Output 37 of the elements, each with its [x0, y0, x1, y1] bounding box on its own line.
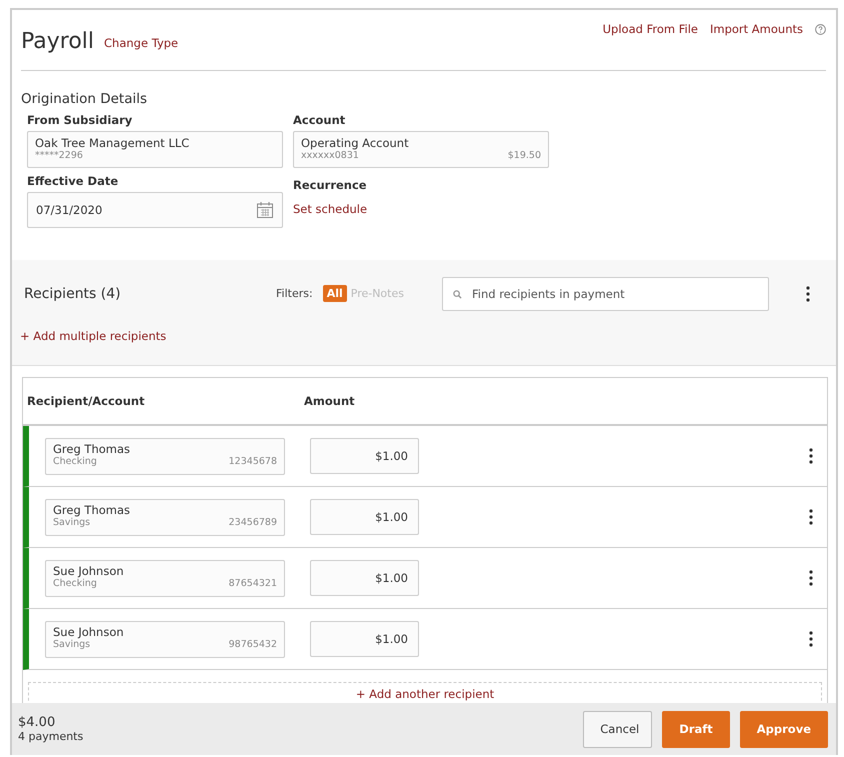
subsidiary-field[interactable]: Oak Tree Management LLC *****2296 — [27, 131, 283, 168]
search-field[interactable]: Find recipients in payment — [442, 276, 769, 310]
column-header: Recipient/Account — [26, 394, 146, 408]
amount-field[interactable]: $1.00 — [310, 499, 419, 535]
more-icon[interactable] — [809, 631, 813, 647]
more-icon[interactable] — [809, 509, 813, 525]
recipient-field[interactable]: Greg Thomas Savings 23456789 — [45, 498, 285, 536]
set-schedule-link[interactable]: Set schedule — [293, 202, 549, 216]
action-link[interactable]: Import Amounts — [710, 22, 803, 36]
filters-label: Filters: — [276, 287, 313, 300]
field-label: Account — [293, 113, 346, 127]
amount-field[interactable]: $1.00 — [310, 621, 419, 657]
column-header: Amount — [304, 394, 355, 408]
more-icon[interactable] — [809, 448, 813, 464]
page-title: Payroll — [21, 28, 94, 54]
recipient-field[interactable]: Sue Johnson Checking 87654321 — [45, 560, 285, 596]
action-button[interactable]: Cancel — [583, 710, 652, 748]
change-type-link[interactable]: Change Type — [104, 36, 178, 50]
date-field[interactable]: 07/31/2020 — [27, 192, 283, 228]
more-icon[interactable] — [809, 570, 813, 586]
account-field[interactable]: Operating Account xxxxxx0831 $19.50 — [293, 131, 549, 168]
recipient-field[interactable]: Sue Johnson Savings 98765432 — [45, 620, 285, 658]
action-link[interactable]: Upload From File — [602, 22, 698, 36]
field-label: Recurrence — [293, 178, 368, 192]
amount-field[interactable]: $1.00 — [310, 438, 419, 474]
amount-field[interactable]: $1.00 — [310, 560, 419, 596]
section-title: Recipients (4) — [24, 286, 122, 302]
add-multiple-link[interactable]: + Add multiple recipients — [20, 329, 826, 343]
more-icon[interactable] — [806, 286, 810, 302]
help-icon[interactable] — [815, 24, 826, 34]
section-title: Origination Details — [21, 91, 148, 107]
calendar-icon[interactable] — [256, 201, 274, 219]
total-amount: $4.00 — [18, 715, 56, 730]
payment-count: 4 payments — [18, 730, 84, 743]
recipient-field[interactable]: Greg Thomas Checking 12345678 — [45, 438, 285, 474]
field-label: Effective Date — [27, 174, 120, 188]
field-label: From Subsidiary — [27, 113, 134, 127]
